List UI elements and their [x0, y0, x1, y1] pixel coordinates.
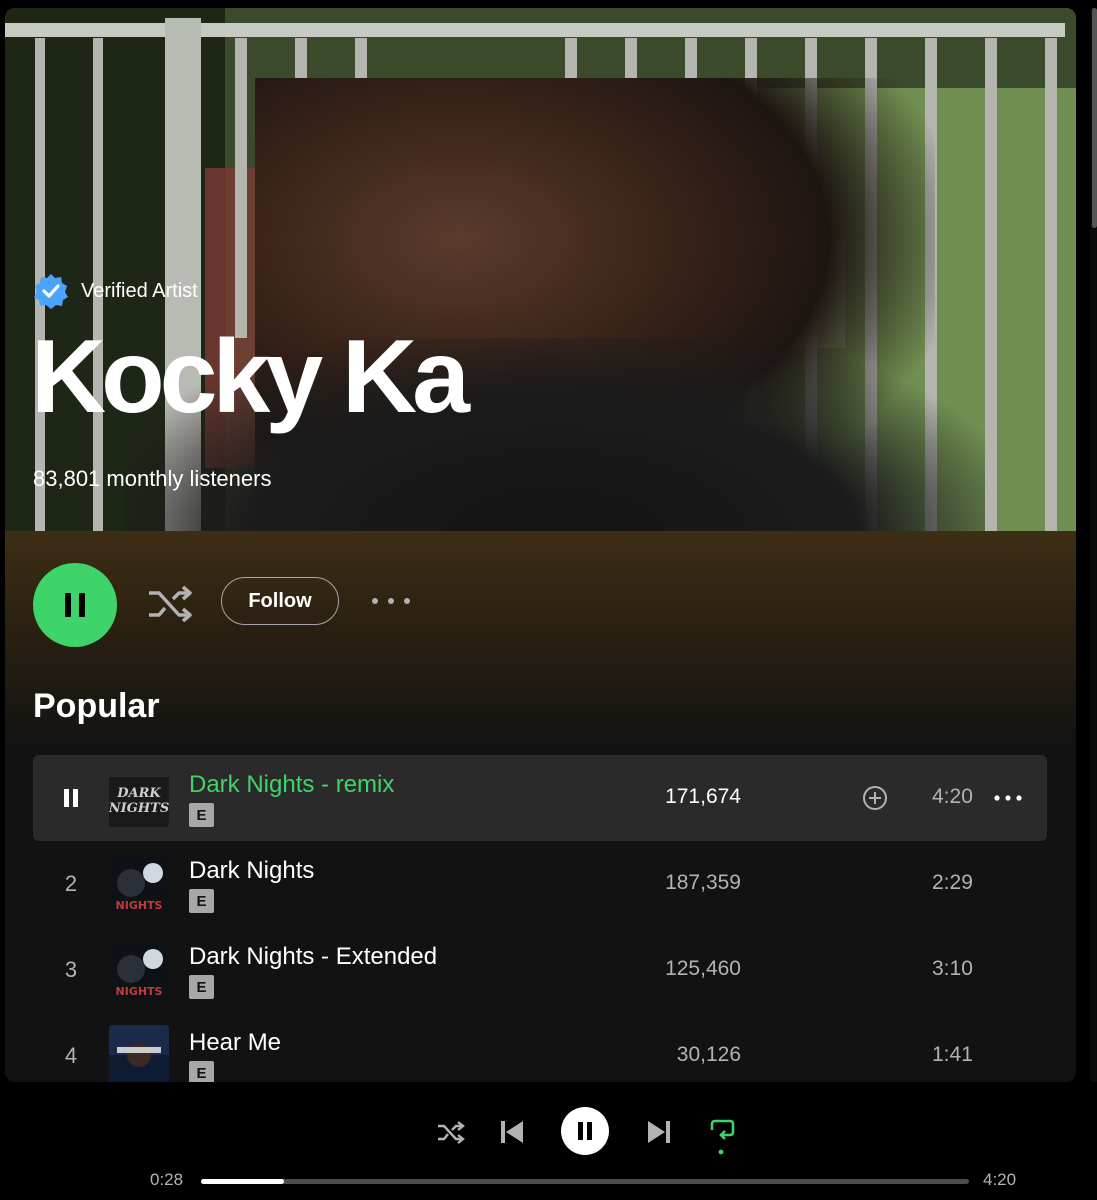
track-row[interactable]: 3 NIGHTS Dark Nights - Extended E 125,46…: [33, 927, 1047, 1013]
verified-artist-row: Verified Artist: [33, 273, 198, 309]
explicit-badge: E: [189, 803, 214, 827]
track-title[interactable]: Dark Nights: [189, 857, 314, 885]
track-row[interactable]: DARK NIGHTS Dark Nights - remix E 171,67…: [33, 755, 1047, 841]
artist-name: Kocky Ka: [31, 319, 470, 435]
track-more-icon[interactable]: [993, 791, 1023, 805]
track-number: 3: [64, 957, 78, 982]
svg-text:NIGHTS: NIGHTS: [109, 801, 169, 816]
track-play-count: 30,126: [676, 1043, 741, 1066]
play-pause-button[interactable]: [33, 563, 117, 647]
track-duration: 2:29: [932, 871, 973, 894]
svg-text:NIGHTS: NIGHTS: [116, 899, 163, 912]
track-row[interactable]: 2 NIGHTS Dark Nights E 187,359 2:29: [33, 841, 1047, 927]
playback-progress-fill: [201, 1179, 284, 1184]
shuffle-icon[interactable]: [145, 579, 195, 629]
track-cover-art: NIGHTS: [109, 853, 169, 913]
pause-icon: [65, 593, 85, 617]
track-cover-art: DARK NIGHTS: [109, 767, 169, 827]
next-icon[interactable]: [645, 1118, 673, 1146]
total-time: 4:20: [983, 1170, 1017, 1189]
track-number: 4: [64, 1043, 78, 1068]
elapsed-time: 0:28: [150, 1170, 184, 1189]
add-to-library-icon[interactable]: [861, 784, 889, 812]
explicit-badge: E: [189, 889, 214, 913]
track-duration: 1:41: [932, 1043, 973, 1066]
svg-text:NIGHTS: NIGHTS: [116, 985, 163, 998]
monthly-listeners: 83,801 monthly listeners: [33, 466, 272, 491]
playback-progress-bar[interactable]: [201, 1179, 969, 1184]
track-play-count: 187,359: [665, 871, 741, 894]
track-cover-art: [109, 1025, 169, 1082]
track-title[interactable]: Dark Nights - Extended: [189, 943, 437, 971]
pause-icon: [578, 1122, 592, 1140]
explicit-badge: E: [189, 1061, 214, 1082]
previous-icon[interactable]: [498, 1118, 526, 1146]
track-play-count: 171,674: [665, 785, 741, 808]
follow-button[interactable]: Follow: [221, 577, 339, 625]
track-number: 2: [64, 871, 78, 896]
verified-artist-label: Verified Artist: [81, 279, 198, 302]
track-row[interactable]: 4 Hear Me E 30,126 1:41: [33, 1013, 1047, 1082]
verified-badge-icon: [34, 274, 68, 309]
scrollbar-thumb[interactable]: [1092, 8, 1097, 228]
track-play-count: 125,460: [665, 957, 741, 980]
more-options-icon[interactable]: [367, 591, 417, 611]
player-play-pause-button[interactable]: [561, 1107, 609, 1155]
page-scrollbar[interactable]: [1090, 8, 1097, 1082]
explicit-badge: E: [189, 975, 214, 999]
player-shuffle-icon[interactable]: [436, 1118, 466, 1146]
track-pause-button[interactable]: [33, 755, 109, 841]
track-title[interactable]: Hear Me: [189, 1029, 281, 1057]
track-duration: 3:10: [932, 957, 973, 980]
pause-icon: [64, 789, 78, 807]
track-cover-art: NIGHTS: [109, 939, 169, 999]
artist-hero-image: Verified Artist Kocky Ka 83,801 monthly …: [5, 8, 1076, 538]
repeat-icon[interactable]: [706, 1116, 736, 1158]
track-title[interactable]: Dark Nights - remix: [189, 771, 394, 799]
now-playing-bar: 0:28 4:20: [0, 1086, 1097, 1200]
track-duration: 4:20: [932, 785, 973, 808]
svg-text:DARK: DARK: [116, 786, 161, 801]
popular-section-title: Popular: [33, 687, 160, 725]
artist-page: Verified Artist Kocky Ka 83,801 monthly …: [5, 8, 1076, 1082]
artist-actions-section: Follow Popular DARK NIGHTS Dark Nights -…: [5, 531, 1076, 1082]
